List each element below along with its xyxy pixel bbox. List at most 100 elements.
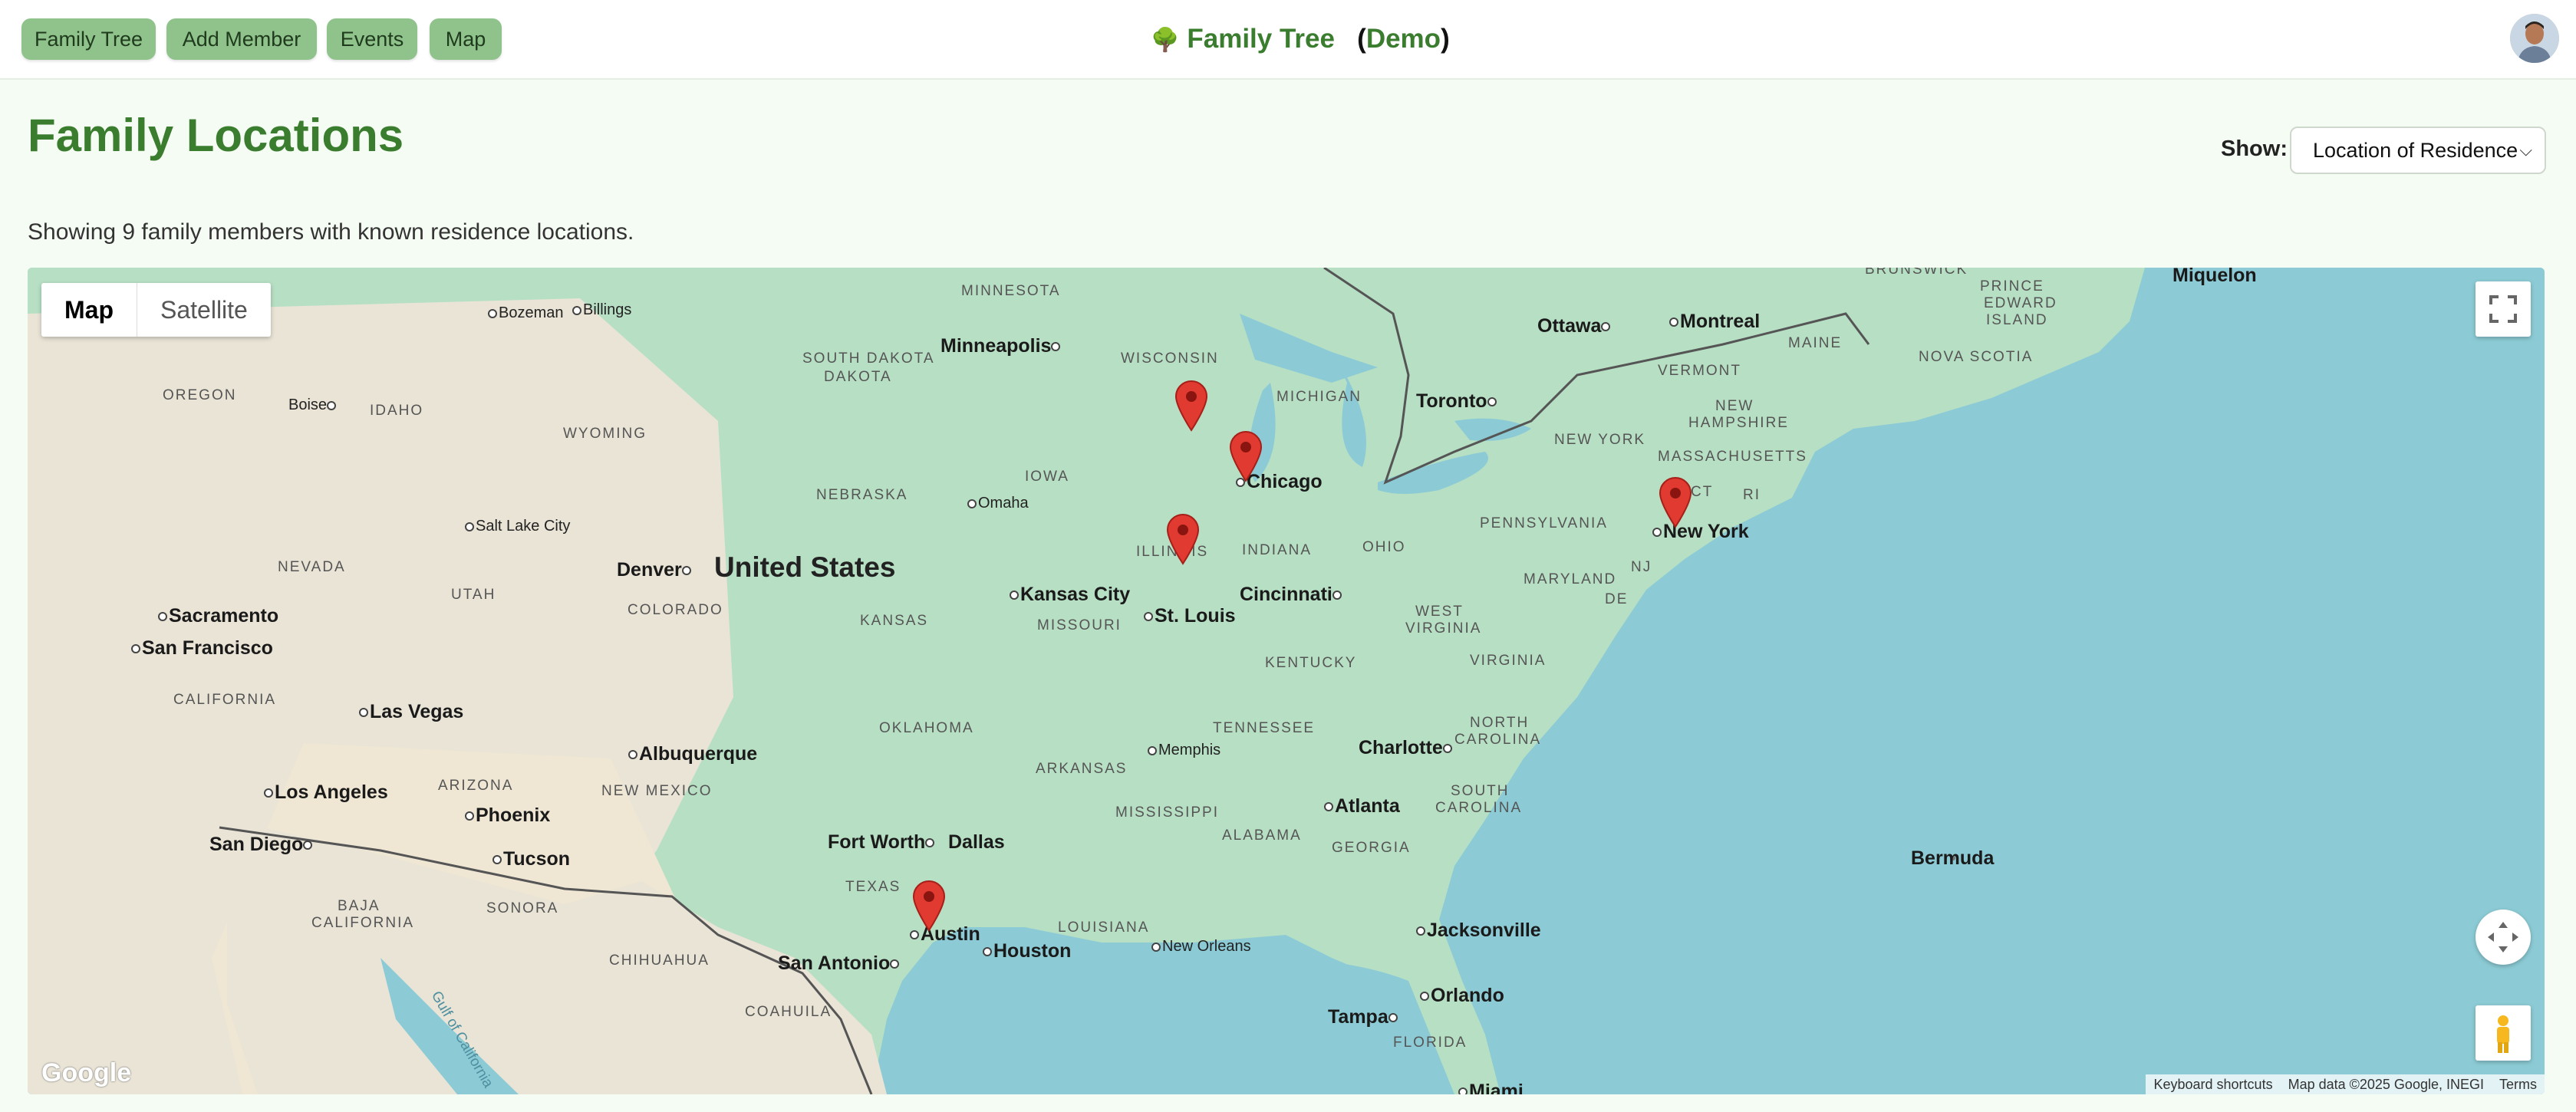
terms-link[interactable]: Terms xyxy=(2492,1077,2545,1093)
state-new-hampshire-2: HAMPSHIRE xyxy=(1688,415,1789,431)
city-atlanta: Atlanta xyxy=(1324,795,1400,818)
map-type-satellite-button[interactable]: Satellite xyxy=(137,283,271,337)
state-south-carolina-2: CAROLINA xyxy=(1435,800,1523,816)
state-south-carolina: SOUTH xyxy=(1451,783,1510,799)
state-chihuahua: CHIHUAHUA xyxy=(609,952,710,969)
state-louisiana: LOUISIANA xyxy=(1058,920,1150,936)
city-albuquerque: Albuquerque xyxy=(628,743,757,765)
state-prince-edward-2: EDWARD xyxy=(1984,295,2057,311)
chevron-down-icon: ⌵ xyxy=(2519,140,2532,160)
show-select[interactable]: Location of Residence ⌵ xyxy=(2290,127,2546,174)
map-view[interactable]: Map Satellite United States Chicago New … xyxy=(28,268,2545,1094)
city-los-angeles: Los Angeles xyxy=(264,781,388,804)
state-georgia: GEORGIA xyxy=(1332,840,1411,856)
state-mississippi: MISSISSIPPI xyxy=(1115,804,1219,821)
city-montreal: Montreal xyxy=(1669,311,1760,333)
state-minnesota: MINNESOTA xyxy=(961,283,1061,299)
member-count-text: Showing 9 family members with known resi… xyxy=(28,219,634,245)
state-colorado: COLORADO xyxy=(628,602,723,618)
city-sacramento: Sacramento xyxy=(158,605,278,627)
map-type-control: Map Satellite xyxy=(41,283,271,337)
city-san-antonio: San Antonio xyxy=(778,952,901,975)
state-brunswick: BRUNSWICK xyxy=(1865,268,1968,278)
show-select-value: Location of Residence xyxy=(2313,139,2518,162)
state-sonora: SONORA xyxy=(486,900,559,916)
city-memphis: Memphis xyxy=(1148,742,1220,759)
street-view-pegman-button[interactable] xyxy=(2476,1005,2531,1061)
map-pin-icon xyxy=(1229,431,1263,482)
state-tennessee: TENNESSEE xyxy=(1213,720,1316,736)
nav-family-tree-button[interactable]: Family Tree xyxy=(21,18,156,60)
state-nova-scotia: NOVA SCOTIA xyxy=(1919,349,2034,365)
city-salt-lake: Salt Lake City xyxy=(465,518,570,535)
fullscreen-button[interactable] xyxy=(2476,281,2531,337)
brand-name: Family Tree xyxy=(1187,24,1335,54)
city-miami: Miami xyxy=(1458,1081,1524,1094)
demo-badge: Demo xyxy=(1365,24,1441,54)
location-marker[interactable] xyxy=(1659,476,1692,528)
city-charlotte: Charlotte xyxy=(1359,737,1454,759)
map-pin-icon xyxy=(912,880,946,932)
city-denver: Denver xyxy=(617,559,693,581)
location-marker[interactable] xyxy=(1229,430,1263,482)
island-bermuda: Bermuda xyxy=(1911,847,1995,869)
nav-map-button[interactable]: Map xyxy=(430,18,502,60)
city-omaha: Omaha xyxy=(967,495,1029,512)
state-massachusetts: MASSACHUSETTS xyxy=(1658,449,1807,465)
state-utah: UTAH xyxy=(451,587,496,603)
map-pin-icon xyxy=(1659,477,1692,528)
state-maryland: MARYLAND xyxy=(1524,571,1617,587)
state-nj: NJ xyxy=(1631,559,1652,575)
city-ottawa: Ottawa xyxy=(1537,315,1612,337)
brand-title: 🌳 Family Tree (Demo) xyxy=(1151,24,1450,54)
state-north-carolina-2: CAROLINA xyxy=(1454,732,1542,748)
state-ct: CT xyxy=(1691,484,1714,500)
camera-control-button[interactable] xyxy=(2476,910,2531,965)
state-de: DE xyxy=(1605,591,1629,607)
city-tucson: Tucson xyxy=(492,848,570,870)
pegman-icon xyxy=(2497,1015,2509,1053)
state-florida: FLORIDA xyxy=(1393,1035,1468,1051)
keyboard-shortcuts-link[interactable]: Keyboard shortcuts xyxy=(2146,1077,2280,1093)
state-prince-edward: PRINCE xyxy=(1980,278,2044,294)
nav-events-button[interactable]: Events xyxy=(327,18,417,60)
state-west-virginia-2: VIRGINIA xyxy=(1405,620,1482,637)
state-nebraska: NEBRASKA xyxy=(816,487,908,503)
city-houston: Houston xyxy=(983,940,1071,962)
city-minneapolis: Minneapolis xyxy=(940,335,1062,357)
city-san-francisco: San Francisco xyxy=(131,637,273,660)
avatar[interactable] xyxy=(2510,14,2559,63)
state-missouri: MISSOURI xyxy=(1037,617,1122,633)
state-wyoming: WYOMING xyxy=(563,426,647,442)
state-new-york: NEW YORK xyxy=(1554,432,1646,448)
nav-add-member-button[interactable]: Add Member xyxy=(166,18,317,60)
page-title: Family Locations xyxy=(28,110,404,161)
island-miquelon: Miquelon xyxy=(2172,268,2257,286)
city-tampa: Tampa xyxy=(1328,1006,1399,1028)
location-marker[interactable] xyxy=(1166,513,1200,565)
location-marker[interactable] xyxy=(912,880,946,932)
location-marker[interactable] xyxy=(1174,380,1208,432)
state-vermont: VERMONT xyxy=(1658,363,1741,379)
state-west-virginia: WEST xyxy=(1415,604,1464,620)
state-idaho: IDAHO xyxy=(370,403,424,419)
city-bozeman: Bozeman xyxy=(488,304,564,322)
state-pennsylvania: PENNSYLVANIA xyxy=(1480,515,1608,531)
city-st-louis: St. Louis xyxy=(1144,605,1236,627)
state-alabama: ALABAMA xyxy=(1222,827,1302,844)
city-las-vegas: Las Vegas xyxy=(359,701,463,723)
state-oregon: OREGON xyxy=(163,387,237,403)
state-new-hampshire: NEW xyxy=(1715,398,1754,414)
city-jacksonville: Jacksonville xyxy=(1416,920,1541,942)
city-san-diego: San Diego xyxy=(209,834,314,856)
map-type-map-button[interactable]: Map xyxy=(41,283,137,337)
state-prince-edward-3: ISLAND xyxy=(1986,312,2048,328)
map-footer: Keyboard shortcuts Map data ©2025 Google… xyxy=(2146,1074,2545,1094)
tree-icon: 🌳 xyxy=(1151,28,1180,53)
map-pin-icon xyxy=(1166,514,1200,565)
state-california: CALIFORNIA xyxy=(173,692,277,708)
state-nevada: NEVADA xyxy=(278,559,346,575)
state-new-mexico: NEW MEXICO xyxy=(601,783,713,799)
state-south-dakota: SOUTH DAKOTA xyxy=(802,350,935,367)
state-texas: TEXAS xyxy=(845,879,901,895)
